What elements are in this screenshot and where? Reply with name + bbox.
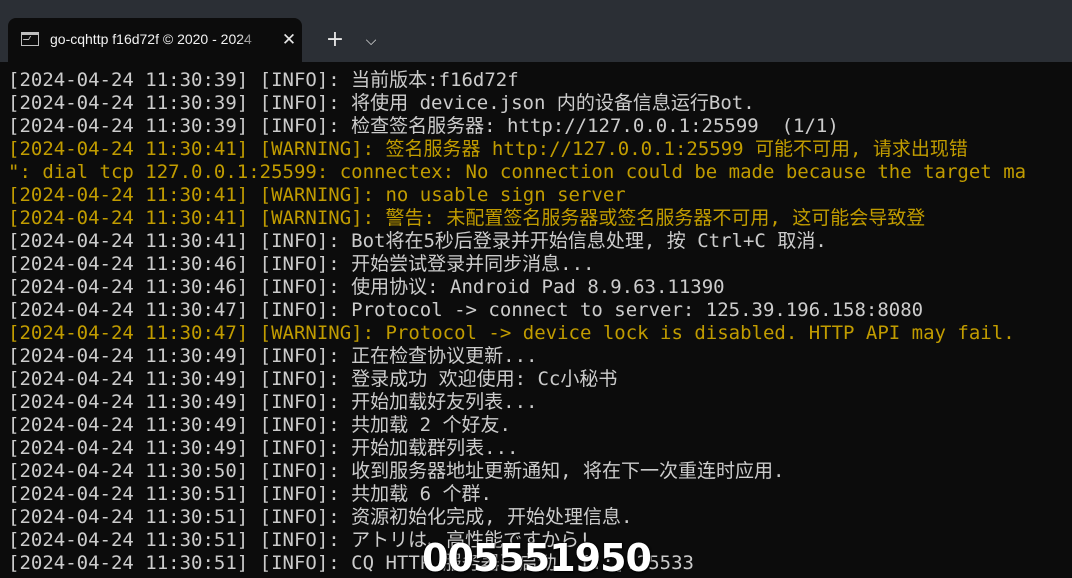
log-line: [2024-04-24 11:30:41] [WARNING]: no usab… bbox=[8, 184, 626, 206]
watermark: 005551950 bbox=[422, 536, 652, 578]
log-line: [2024-04-24 11:30:39] [INFO]: 检查签名服务器: h… bbox=[8, 115, 839, 137]
log-line: [2024-04-24 11:30:47] [INFO]: Protocol -… bbox=[8, 299, 924, 321]
log-line: ": dial tcp 127.0.0.1:25599: connectex: … bbox=[8, 161, 1027, 183]
log-line: [2024-04-24 11:30:49] [INFO]: 开始加载好友列表..… bbox=[8, 391, 538, 413]
log-line: [2024-04-24 11:30:49] [INFO]: 开始加载群列表... bbox=[8, 437, 519, 459]
log-line: [2024-04-24 11:30:51] [INFO]: 共加载 6 个群. bbox=[8, 483, 492, 505]
log-line: [2024-04-24 11:30:49] [INFO]: 共加载 2 个好友. bbox=[8, 414, 511, 436]
title-bar: go-cqhttp f16d72f © 2020 - 2024 ✕ + ⌵ bbox=[0, 0, 1072, 62]
log-line: [2024-04-24 11:30:41] [WARNING]: 签名服务器 h… bbox=[8, 138, 968, 160]
log-line: [2024-04-24 11:30:46] [INFO]: 开始尝试登录并同步消… bbox=[8, 253, 595, 275]
log-line: [2024-04-24 11:30:41] [INFO]: Bot将在5秒后登录… bbox=[8, 230, 827, 252]
chevron-down-icon[interactable]: ⌵ bbox=[358, 28, 384, 54]
log-line: [2024-04-24 11:30:46] [INFO]: 使用协议: Andr… bbox=[8, 276, 725, 298]
tab-go-cqhttp[interactable]: go-cqhttp f16d72f © 2020 - 2024 ✕ bbox=[8, 18, 302, 62]
tab-title: go-cqhttp f16d72f © 2020 - 2024 bbox=[50, 31, 252, 47]
log-line: [2024-04-24 11:30:51] [INFO]: 资源初始化完成, 开… bbox=[8, 506, 633, 528]
log-line: [2024-04-24 11:30:49] [INFO]: 登录成功 欢迎使用:… bbox=[8, 368, 618, 390]
log-line: [2024-04-24 11:30:39] [INFO]: 将使用 device… bbox=[8, 92, 755, 114]
close-tab-button[interactable]: ✕ bbox=[278, 29, 300, 51]
log-line: [2024-04-24 11:30:50] [INFO]: 收到服务器地址更新通… bbox=[8, 460, 785, 482]
terminal-window: go-cqhttp f16d72f © 2020 - 2024 ✕ + ⌵ [2… bbox=[0, 0, 1072, 578]
new-tab-button[interactable]: + bbox=[322, 28, 348, 54]
log-line: [2024-04-24 11:30:41] [WARNING]: 警告: 未配置… bbox=[8, 207, 926, 229]
log-line: [2024-04-24 11:30:49] [INFO]: 正在检查协议更新..… bbox=[8, 345, 538, 367]
log-line: [2024-04-24 11:30:39] [INFO]: 当前版本:f16d7… bbox=[8, 69, 519, 91]
log-line: [2024-04-24 11:30:47] [WARNING]: Protoco… bbox=[8, 322, 1015, 344]
terminal-icon bbox=[21, 32, 39, 46]
console-output[interactable]: [2024-04-24 11:30:39] [INFO]: 当前版本:f16d7… bbox=[0, 62, 1072, 578]
